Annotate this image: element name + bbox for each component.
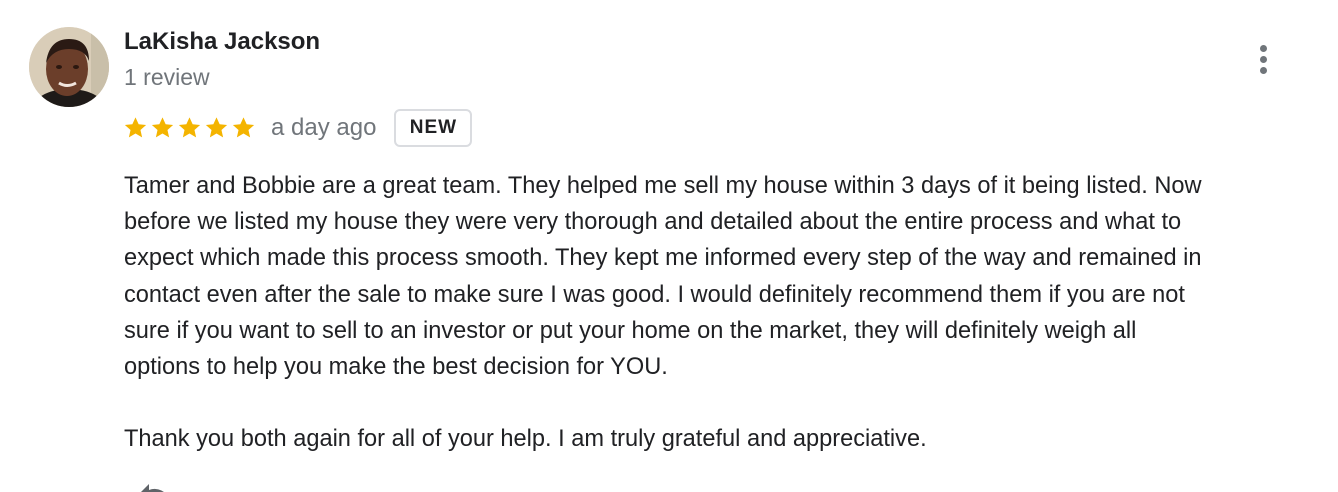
review-count[interactable]: 1 review xyxy=(124,63,210,91)
review-line: sure if you want to sell to an investor … xyxy=(124,317,1137,344)
share-icon[interactable] xyxy=(133,474,173,492)
review-line: contact even after the sale to make sure… xyxy=(124,281,1185,308)
rating-row: a day ago NEW xyxy=(122,106,473,150)
review-text: Tamer and Bobbie are a great team. They … xyxy=(124,168,1324,457)
review-closing: Thank you both again for all of your hel… xyxy=(124,426,927,453)
avatar-photo xyxy=(29,27,109,107)
star-rating xyxy=(122,115,257,141)
star-icon xyxy=(205,117,228,138)
review-timestamp: a day ago xyxy=(271,114,377,141)
more-vert-icon xyxy=(1260,45,1267,52)
star-icon xyxy=(178,117,201,138)
new-badge: NEW xyxy=(394,109,473,147)
review-line: Tamer and Bobbie are a great team. They … xyxy=(124,173,1202,199)
star-icon xyxy=(151,117,174,138)
reviewer-avatar[interactable] xyxy=(29,27,109,107)
star-icon xyxy=(232,117,255,138)
more-options-button[interactable] xyxy=(1250,42,1278,78)
review-line: expect which made this process smooth. T… xyxy=(124,245,1202,272)
review-line: options to help you make the best decisi… xyxy=(124,354,668,381)
reviewer-name[interactable]: LaKisha Jackson xyxy=(124,28,320,56)
review-card: LaKisha Jackson 1 review a day ago NEW T… xyxy=(0,0,1338,492)
review-body: Tamer and Bobbie are a great team. They … xyxy=(124,168,1324,385)
star-icon xyxy=(124,117,147,138)
review-line: before we listed my house they were very… xyxy=(124,209,1182,236)
